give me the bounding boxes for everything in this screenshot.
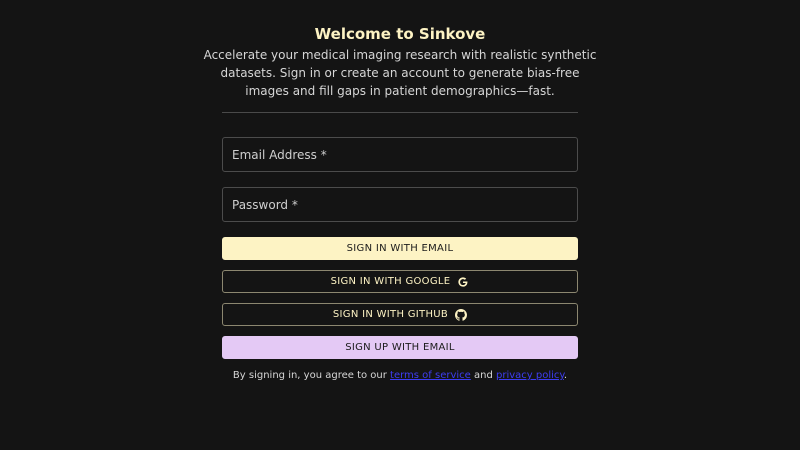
legal-conjunction: and bbox=[470, 370, 496, 381]
page-title: Welcome to Sinkove bbox=[314, 25, 486, 43]
sign-in-email-button[interactable]: SIGN IN WITH EMAIL bbox=[222, 237, 578, 260]
legal-notice: By signing in, you agree to our terms of… bbox=[182, 370, 618, 382]
password-input[interactable] bbox=[223, 188, 577, 221]
email-field[interactable] bbox=[222, 137, 578, 172]
password-field[interactable] bbox=[222, 187, 578, 222]
page-subtitle: Accelerate your medical imaging research… bbox=[203, 48, 597, 98]
sign-in-google-label: SIGN IN WITH GOOGLE bbox=[330, 276, 451, 287]
sign-up-email-label: SIGN UP WITH EMAIL bbox=[345, 342, 455, 353]
legal-prefix: By signing in, you agree to our bbox=[232, 370, 391, 381]
terms-link[interactable]: terms of service bbox=[390, 370, 471, 381]
github-icon bbox=[455, 308, 468, 321]
legal-suffix: . bbox=[563, 370, 568, 381]
sign-in-github-button[interactable]: SIGN IN WITH GITHUB bbox=[222, 303, 578, 326]
divider bbox=[222, 112, 578, 113]
privacy-link[interactable]: privacy policy bbox=[496, 370, 564, 381]
sign-in-github-label: SIGN IN WITH GITHUB bbox=[332, 309, 449, 320]
sign-in-email-label: SIGN IN WITH EMAIL bbox=[346, 243, 454, 254]
email-input[interactable] bbox=[223, 138, 577, 171]
sign-in-google-button[interactable]: SIGN IN WITH GOOGLE bbox=[222, 270, 578, 293]
sign-up-email-button[interactable]: SIGN UP WITH EMAIL bbox=[222, 336, 578, 359]
sign-in-page: Welcome to Sinkove Accelerate your medic… bbox=[0, 0, 800, 450]
google-icon bbox=[457, 276, 469, 288]
